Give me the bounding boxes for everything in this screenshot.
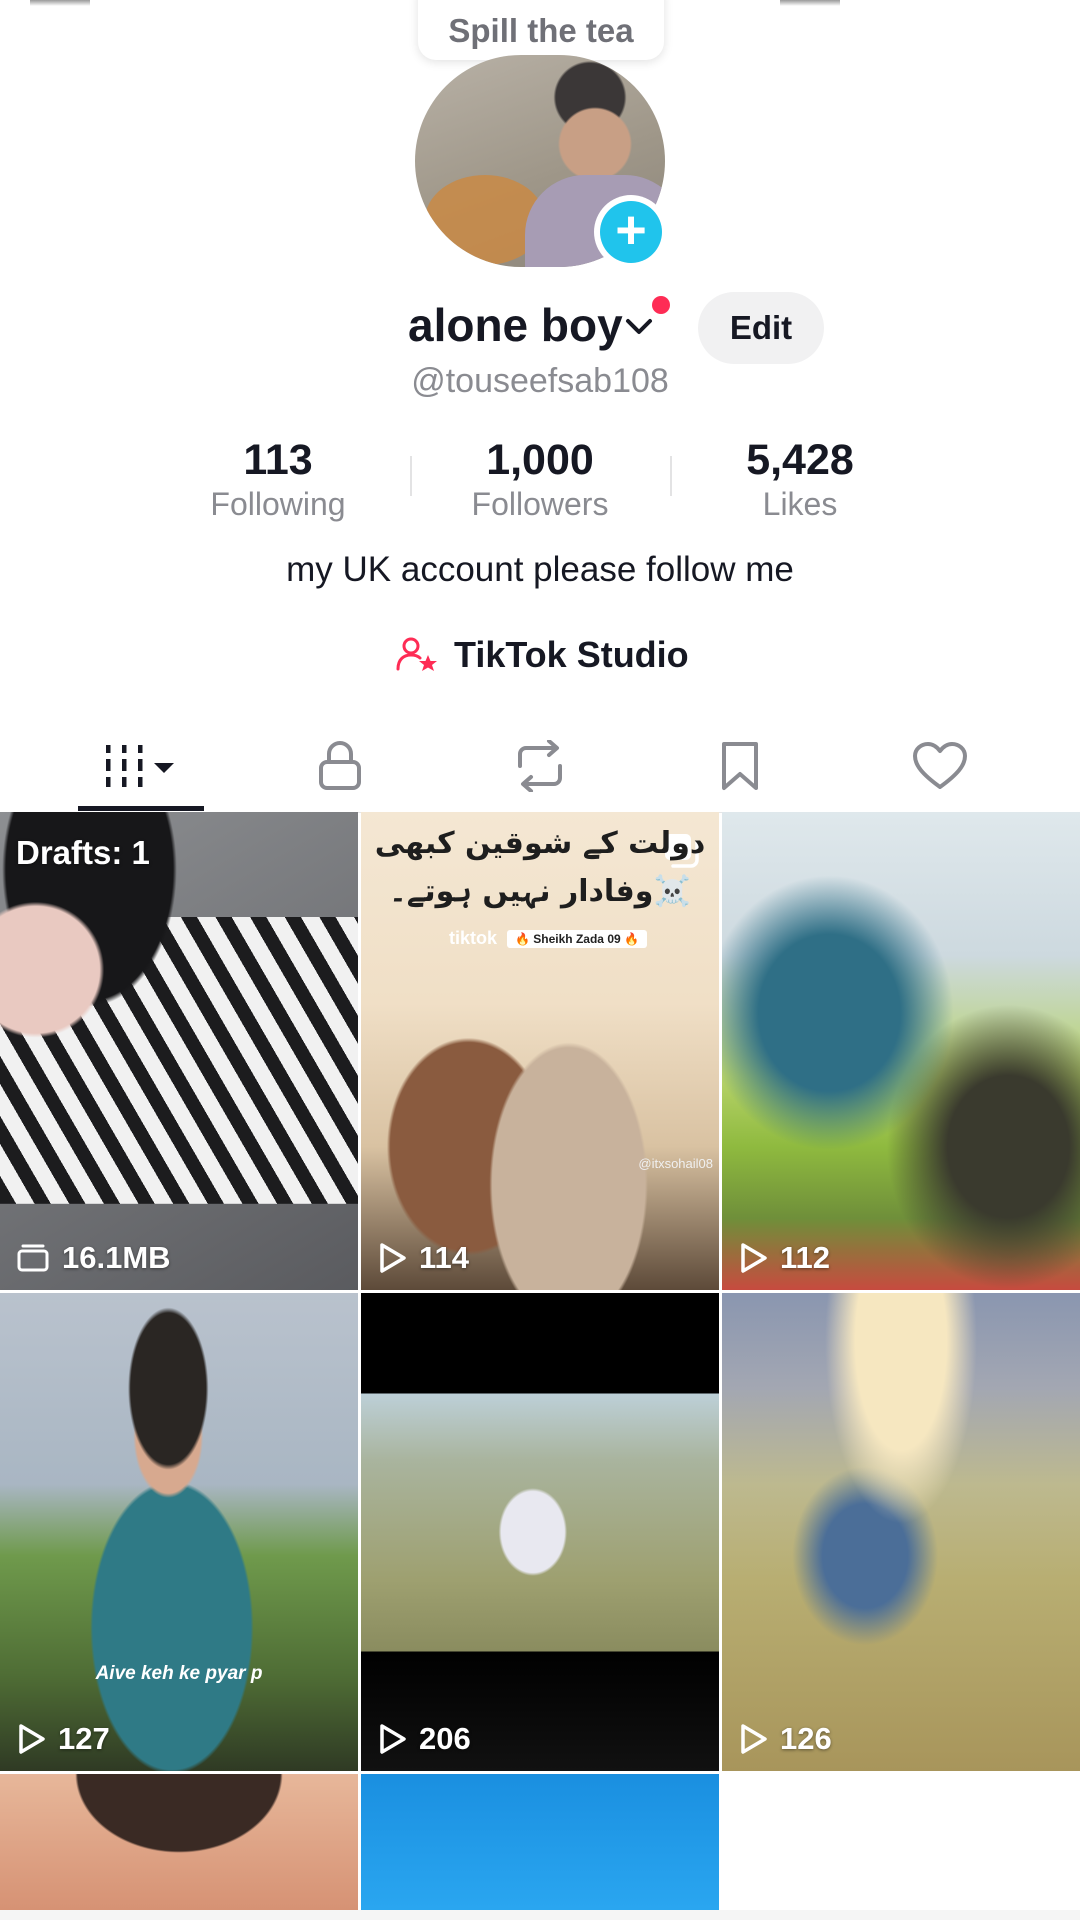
view-count-value: 112 xyxy=(780,1240,831,1275)
status-bar-fragment-right xyxy=(780,0,840,6)
view-count: 127 xyxy=(16,1721,110,1757)
heart-icon xyxy=(913,742,967,789)
draft-size: 16.1MB xyxy=(16,1240,171,1276)
profile-bio: my UK account please follow me xyxy=(286,550,794,589)
edit-profile-button[interactable]: Edit xyxy=(698,292,824,364)
profile-name[interactable]: alone boy xyxy=(408,298,623,352)
tab-private[interactable] xyxy=(240,720,440,812)
video-tile[interactable]: 126 xyxy=(722,1293,1080,1771)
overlay-tiktok-strip: tiktok 🔥 Sheikh Zada 09 🔥 xyxy=(449,928,647,949)
view-count-value: 206 xyxy=(419,1721,471,1756)
status-bar-fragment xyxy=(30,0,90,6)
stat-likes[interactable]: 5,428 Likes xyxy=(690,436,910,523)
chevron-down-icon[interactable] xyxy=(624,312,654,342)
tab-favorites[interactable] xyxy=(640,720,840,812)
active-tab-indicator xyxy=(78,806,204,811)
draft-size-value: 16.1MB xyxy=(62,1240,171,1275)
profile-tabs xyxy=(0,720,1080,813)
stat-followers-value: 1,000 xyxy=(486,436,594,484)
play-icon xyxy=(19,1724,45,1754)
tooltip-bubble[interactable]: Spill the tea xyxy=(418,0,664,60)
view-count: 114 xyxy=(377,1240,469,1276)
stat-divider xyxy=(670,456,672,496)
repost-icon xyxy=(518,740,562,792)
video-tile[interactable]: 112 xyxy=(722,812,1080,1290)
stat-following[interactable]: 113 Following xyxy=(168,436,388,523)
add-story-button[interactable]: + xyxy=(594,195,668,269)
studio-user-star-icon xyxy=(396,637,437,671)
stat-likes-value: 5,428 xyxy=(746,436,854,484)
stat-following-label: Following xyxy=(210,486,346,522)
watermark: @itxsohail08 xyxy=(638,1156,713,1171)
play-icon xyxy=(380,1243,406,1273)
view-count-value: 114 xyxy=(419,1240,470,1275)
video-tile[interactable]: دولت کے شوقین کبھی وفادار نہیں ہوتے۔☠️ t… xyxy=(361,812,719,1290)
bottom-nav-edge xyxy=(0,1910,1080,1920)
play-icon xyxy=(380,1724,406,1754)
grid-videos-icon xyxy=(106,745,174,787)
overlay-text-line2: وفادار نہیں ہوتے۔☠️ xyxy=(389,874,691,909)
bookmark-icon xyxy=(722,742,758,790)
stat-divider xyxy=(410,456,412,496)
play-icon xyxy=(741,1724,767,1754)
tooltip-text: Spill the tea xyxy=(448,12,634,49)
tiktok-studio-label: TikTok Studio xyxy=(454,634,689,675)
profile-handle: @touseefsab108 xyxy=(411,362,669,400)
overlay-text-line1: دولت کے شوقین کبھی xyxy=(374,826,706,861)
stat-following-value: 113 xyxy=(243,436,313,484)
tab-reposts[interactable] xyxy=(440,720,640,812)
stat-followers-label: Followers xyxy=(471,486,609,522)
stat-likes-label: Likes xyxy=(762,486,838,522)
tiktok-studio-link[interactable]: TikTok Studio xyxy=(396,630,689,680)
overlay-tag: 🔥 Sheikh Zada 09 🔥 xyxy=(507,929,647,948)
view-count: 206 xyxy=(377,1721,471,1757)
lock-icon xyxy=(319,741,361,790)
view-count: 126 xyxy=(738,1721,832,1757)
video-tile[interactable] xyxy=(361,1774,719,1910)
play-icon xyxy=(741,1243,767,1273)
overlay-tiktok-text: tiktok xyxy=(449,928,498,948)
notification-dot xyxy=(652,296,670,314)
stat-followers[interactable]: 1,000 Followers xyxy=(430,436,650,523)
drafts-label: Drafts: 1 xyxy=(16,834,150,871)
video-tile[interactable]: Aive keh ke pyar p 127 xyxy=(0,1293,358,1771)
video-caption: Aive keh ke pyar p xyxy=(95,1663,263,1684)
plus-icon: + xyxy=(600,201,662,263)
view-count-value: 127 xyxy=(58,1721,110,1756)
tab-liked[interactable] xyxy=(840,720,1040,812)
video-tile[interactable]: 206 xyxy=(361,1293,719,1771)
view-count-value: 126 xyxy=(780,1721,832,1756)
video-tile[interactable] xyxy=(0,1774,358,1910)
draft-folder-icon xyxy=(17,1244,49,1272)
view-count: 112 xyxy=(738,1240,830,1276)
draft-tile[interactable]: Drafts: 1 16.1MB xyxy=(0,812,358,1290)
tab-videos[interactable] xyxy=(40,720,240,812)
